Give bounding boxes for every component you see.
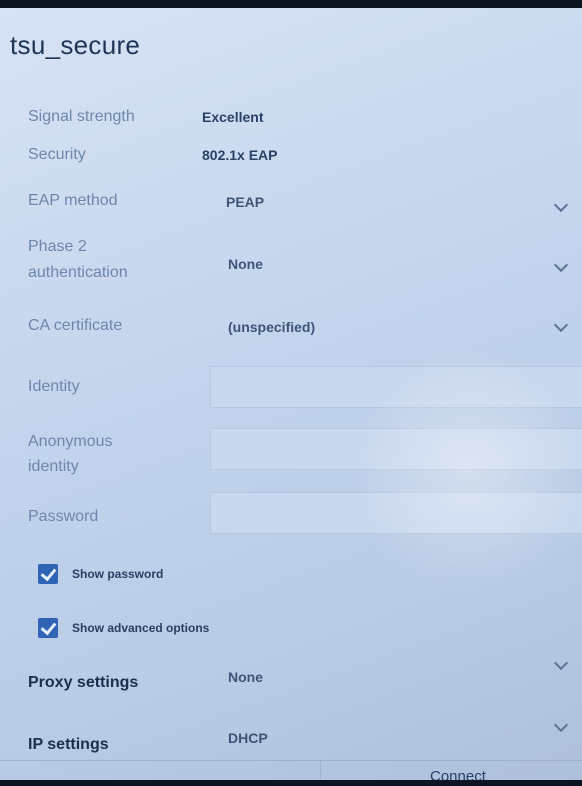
eap-method-value: PEAP xyxy=(226,194,265,210)
security-label: Security xyxy=(28,146,86,163)
anonymous-identity-field[interactable] xyxy=(210,428,582,470)
proxy-settings-label: Proxy settings xyxy=(28,674,139,691)
network-title: tsu_secure xyxy=(10,30,141,60)
ip-settings-value: DHCP xyxy=(228,730,268,746)
proxy-settings-value: None xyxy=(228,669,263,685)
chevron-down-icon xyxy=(553,717,569,733)
phase2-label-line1: Phase 2 xyxy=(28,238,87,255)
signal-strength-label: Signal strength xyxy=(28,108,135,125)
signal-strength-value: Excellent xyxy=(202,109,264,125)
show-password-label: Show password xyxy=(72,567,164,581)
anonymous-identity-label-line1: Anonymous xyxy=(28,433,113,450)
identity-label: Identity xyxy=(28,378,80,395)
phase2-label-line2: authentication xyxy=(28,264,128,281)
chevron-down-icon xyxy=(553,655,569,671)
eap-method-label: EAP method xyxy=(28,192,118,209)
anonymous-identity-label-line2: identity xyxy=(28,458,79,475)
phase2-value: None xyxy=(228,256,263,272)
ca-certificate-label: CA certificate xyxy=(28,317,123,334)
security-value: 802.1x EAP xyxy=(202,147,278,163)
password-field[interactable] xyxy=(210,492,582,534)
connect-button[interactable]: Connect xyxy=(430,768,486,780)
show-password-checkbox[interactable] xyxy=(38,564,58,584)
chevron-down-icon xyxy=(553,197,569,213)
ca-certificate-value: (unspecified) xyxy=(228,319,316,335)
chevron-down-icon xyxy=(553,257,569,273)
show-advanced-checkbox[interactable] xyxy=(38,618,58,638)
button-bar-divider xyxy=(0,760,582,761)
ip-settings-label: IP settings xyxy=(28,736,109,753)
wifi-config-dialog: tsu_secure Signal strength Excellent Sec… xyxy=(0,8,582,780)
identity-field[interactable] xyxy=(210,366,582,408)
password-label: Password xyxy=(28,508,99,525)
button-separator xyxy=(320,760,321,780)
chevron-down-icon xyxy=(553,317,569,333)
show-advanced-label: Show advanced options xyxy=(72,621,210,635)
